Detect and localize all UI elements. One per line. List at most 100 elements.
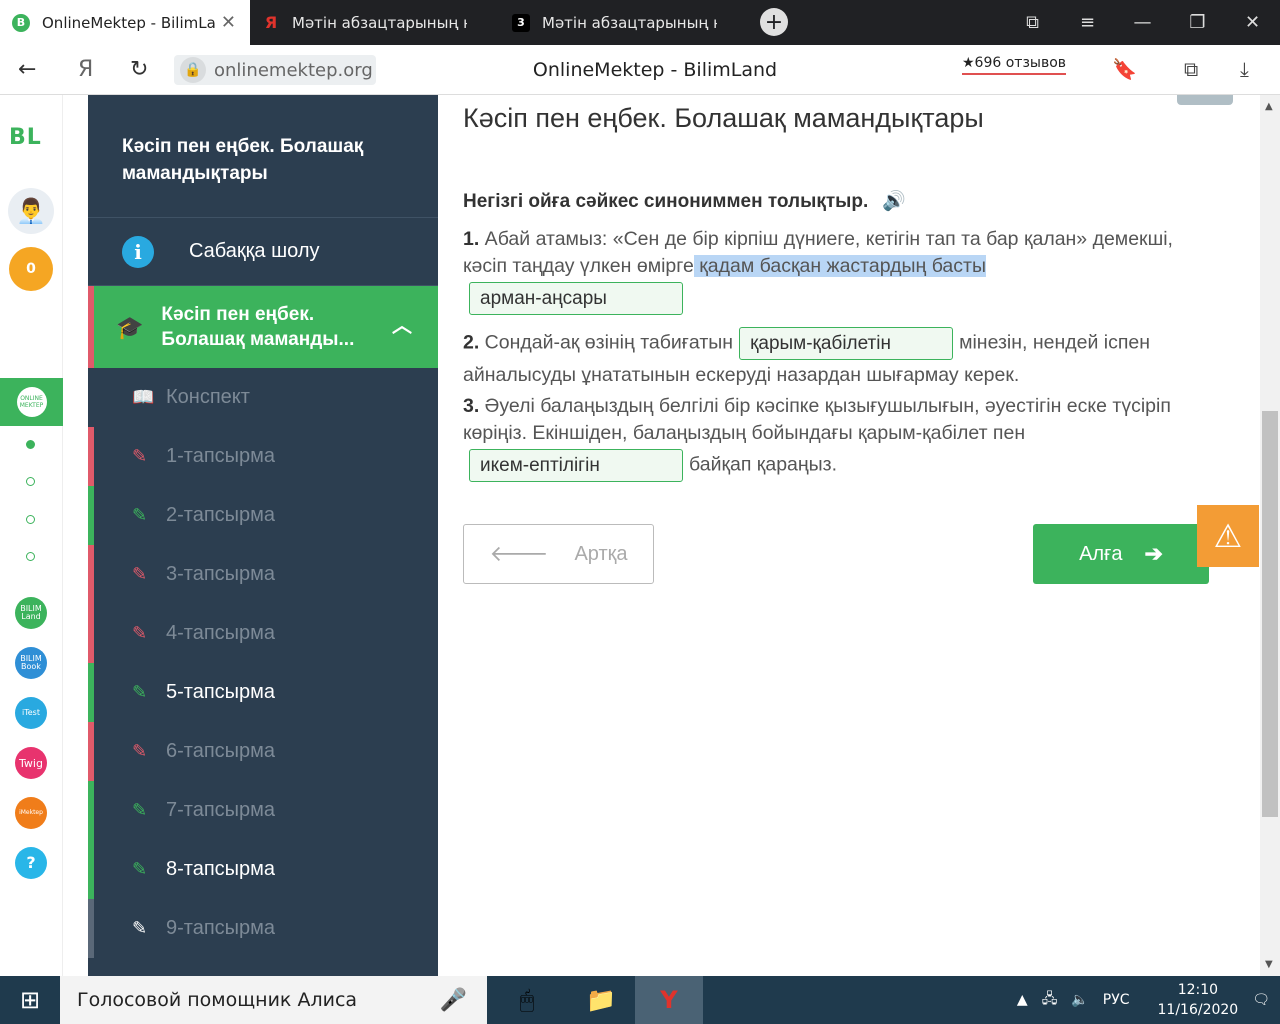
sidebar-item-label: 9-тапсырма xyxy=(166,917,276,939)
answer-field-3[interactable]: икем-ептілігін xyxy=(469,449,683,482)
rail-dot[interactable] xyxy=(26,552,35,561)
browser-tab-2[interactable]: Я Мәтін абзацтарының негі xyxy=(250,0,500,45)
answer-field-2[interactable]: қарым-қабілетін xyxy=(739,327,954,360)
windows-start-icon[interactable]: ⊞ xyxy=(0,976,60,1024)
answer-field-1[interactable]: арман-аңсары xyxy=(469,282,683,315)
address-bar: ← Я ↻ 🔒 onlinemektep.org OnlineMektep - … xyxy=(0,45,1280,95)
sidebar-item-task-8[interactable]: ✎ 8-тапсырма xyxy=(88,840,438,899)
paragraph-3: 3. Әуелі балаңыздың белгілі бір кәсіпке … xyxy=(463,393,1203,484)
onlinemektep-icon: ONLINE MEKTEP xyxy=(16,387,47,417)
scroll-up-icon[interactable]: ▲ xyxy=(1265,101,1273,112)
sidebar-item-task-6[interactable]: ✎ 6-тапсырма xyxy=(88,722,438,781)
tray-expand-icon[interactable]: ▲ xyxy=(1017,992,1028,1008)
tab-title: OnlineMektep - BilimLand xyxy=(42,13,217,32)
reviews-badge[interactable]: ★696 отзывов xyxy=(962,55,1067,75)
collections-icon[interactable]: ⧉ xyxy=(1005,12,1060,33)
speaker-icon[interactable]: 🔊 xyxy=(882,191,906,212)
close-window-icon[interactable]: ✕ xyxy=(1225,12,1280,33)
sidebar-section-active[interactable]: 🎓 Кәсіп пен еңбек. Болашақ маманды... ︿ xyxy=(88,286,438,368)
sidebar-item-label: 1-тапсырма xyxy=(166,445,276,467)
volume-icon[interactable]: 🔈 xyxy=(1071,992,1088,1008)
edit-icon: ✎ xyxy=(132,682,148,702)
paragraph-2: 2. Сондай-ақ өзінің табиғатын қарым-қабіл… xyxy=(463,325,1203,389)
paragraph-text: Әуелі балаңыздың белгілі бір кәсіпке қыз… xyxy=(463,395,1171,444)
help-icon[interactable]: ? xyxy=(15,847,47,879)
yandex-browser-icon[interactable]: Y xyxy=(635,976,703,1024)
back-button-label: Артқа xyxy=(574,542,628,565)
paragraph-text: байқап қараңыз. xyxy=(689,453,838,476)
mouse-app-icon[interactable]: 🖱 xyxy=(487,976,567,1024)
browser-tab-1[interactable]: B OnlineMektep - BilimLand ✕ xyxy=(0,0,250,45)
bilimland-app-icon[interactable]: BILIM Land xyxy=(15,597,47,629)
scrollbar-thumb[interactable] xyxy=(1262,411,1278,817)
file-explorer-icon[interactable]: 📁 xyxy=(567,976,635,1024)
paragraph-number: 1. xyxy=(463,228,480,250)
bl-logo[interactable]: BL xyxy=(9,125,42,150)
close-icon[interactable]: ✕ xyxy=(221,12,236,33)
edit-icon: ✎ xyxy=(132,800,148,820)
rail-dot[interactable] xyxy=(26,515,35,524)
menu-icon[interactable]: ≡ xyxy=(1060,12,1115,33)
imektep-app-icon[interactable]: iMektep xyxy=(15,797,47,829)
back-button[interactable]: 🡐 Артқа xyxy=(463,524,654,584)
itest-app-icon[interactable]: iTest xyxy=(15,697,47,729)
sidebar-item-task-1[interactable]: ✎ 1-тапсырма xyxy=(88,427,438,486)
lesson-sidebar: Кәсіп пен еңбек. Болашақ мамандықтары i … xyxy=(88,95,438,976)
sidebar-item-label: Конспект xyxy=(166,386,250,408)
book-icon: 📖 xyxy=(132,387,155,407)
scroll-down-icon[interactable]: ▼ xyxy=(1265,959,1273,970)
sidebar-item-task-3[interactable]: ✎ 3-тапсырма xyxy=(88,545,438,604)
sidebar-item-label: 2-тапсырма xyxy=(166,504,276,526)
sidebar-item-overview[interactable]: i Сабаққа шолу xyxy=(88,218,438,286)
language-indicator[interactable]: РУС xyxy=(1103,992,1130,1008)
rail-dot[interactable] xyxy=(26,440,35,449)
sidebar-item-label: 4-тапсырма xyxy=(166,622,276,644)
arrow-right-icon: ➔ xyxy=(1144,541,1163,566)
taskbar-search[interactable]: Голосовой помощник Алиса 🎤 xyxy=(60,976,487,1024)
sidebar-item-task-2[interactable]: ✎ 2-тапсырма xyxy=(88,486,438,545)
network-icon[interactable]: 🖧 xyxy=(1042,988,1058,1012)
paragraph-number: 2. xyxy=(463,331,480,354)
top-corner-tab[interactable] xyxy=(1177,95,1233,105)
avatar[interactable]: 👨‍💼 xyxy=(8,188,54,234)
microphone-icon[interactable]: 🎤 xyxy=(440,988,467,1013)
main-content: Кәсіп пен еңбек. Болашақ мамандықтары Не… xyxy=(438,95,1260,976)
sidebar-item-konspekt[interactable]: 📖 Конспект xyxy=(88,368,438,427)
download-icon[interactable]: ⤓ xyxy=(1240,57,1249,81)
sidebar-item-task-5[interactable]: ✎ 5-тапсырма xyxy=(88,663,438,722)
sidebar-item-task-9[interactable]: ✎ 9-тапсырма xyxy=(88,899,438,958)
restore-icon[interactable]: ❐ xyxy=(1170,12,1225,33)
extension-icon[interactable]: ⧉ xyxy=(1184,57,1198,81)
minimize-icon[interactable]: — xyxy=(1115,12,1170,33)
site-favicon-icon: 3 xyxy=(512,13,530,32)
edit-icon: ✎ xyxy=(132,446,148,466)
notifications-icon[interactable]: 🗨 xyxy=(1252,992,1270,1008)
rail-dot[interactable] xyxy=(26,477,35,486)
clock[interactable]: 12:10 11/16/2020 xyxy=(1144,980,1239,1020)
sidebar-item-task-7[interactable]: ✎ 7-тапсырма xyxy=(88,781,438,840)
bookmark-icon[interactable]: 🔖 xyxy=(1112,57,1137,81)
arrow-left-icon: 🡐 xyxy=(489,541,549,566)
edit-icon: ✎ xyxy=(132,564,148,584)
warning-icon[interactable]: ⚠ xyxy=(1197,505,1259,567)
browser-tab-3[interactable]: 3 Мәтін абзацтарының негі xyxy=(500,0,750,45)
new-tab-button[interactable]: + xyxy=(760,8,788,36)
paragraph-1: 1. Абай атамыз: «Сен де бір кірпіш дүние… xyxy=(463,226,1203,317)
edit-icon: ✎ xyxy=(132,918,148,938)
sidebar-item-label: 5-тапсырма xyxy=(166,681,276,703)
chevron-up-icon[interactable]: ︿ xyxy=(392,314,412,339)
page-scrollbar[interactable]: ▲ ▼ xyxy=(1260,95,1280,976)
clock-time: 12:10 xyxy=(1177,982,1219,998)
left-rail: BL 👨‍💼 0 ONLINE MEKTEP BILIM Land BILIM … xyxy=(0,95,63,976)
edit-icon: ✎ xyxy=(132,623,148,643)
score-badge[interactable]: 0 xyxy=(9,247,53,291)
bilimbook-app-icon[interactable]: BILIM Book xyxy=(15,647,47,679)
sidebar-title: Кәсіп пен еңбек. Болашақ мамандықтары xyxy=(88,95,438,218)
tab-title: Мәтін абзацтарының негі xyxy=(542,13,717,32)
sidebar-item-task-4[interactable]: ✎ 4-тапсырма xyxy=(88,604,438,663)
twig-app-icon[interactable]: Twig xyxy=(15,747,47,779)
system-tray: ▲ 🖧 🔈 РУС 12:10 11/16/2020 🗨 xyxy=(1003,980,1280,1020)
onlinemektep-rail-item[interactable]: ONLINE MEKTEP xyxy=(0,378,63,426)
next-button[interactable]: Алға ➔ xyxy=(1033,524,1209,584)
edit-icon: ✎ xyxy=(132,505,148,525)
